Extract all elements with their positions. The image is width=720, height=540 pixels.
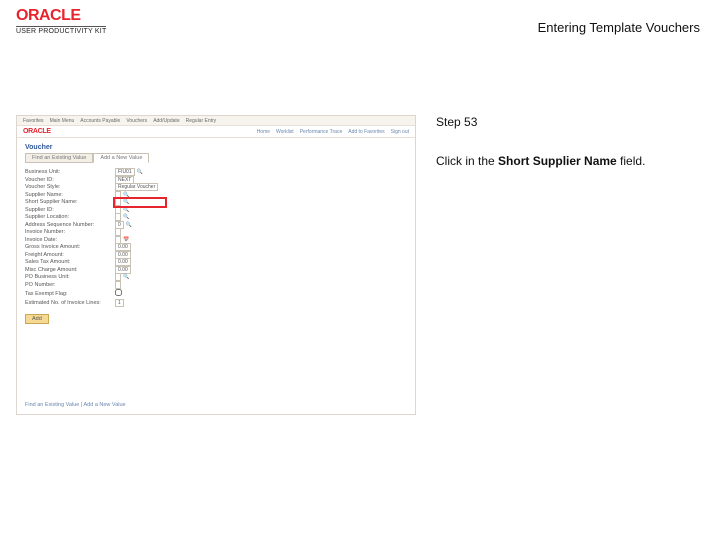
po-business-unit-label: PO Business Unit: bbox=[25, 274, 115, 280]
menu-link: Add to Favorites bbox=[348, 129, 384, 135]
invoice-date-label: Invoice Date: bbox=[25, 237, 115, 243]
tab-add-new[interactable]: Add a New Value bbox=[93, 153, 149, 163]
voucher-style-label: Voucher Style: bbox=[25, 184, 115, 190]
invoice-number-label: Invoice Number: bbox=[25, 229, 115, 235]
page-heading: Voucher bbox=[17, 138, 415, 153]
supplier-name-label: Supplier Name: bbox=[25, 192, 115, 198]
lookup-icon[interactable]: 🔍 bbox=[123, 214, 129, 220]
menu-link: Worklist bbox=[276, 129, 294, 135]
voucher-style-select[interactable]: Regular Voucher bbox=[115, 183, 158, 191]
lookup-icon[interactable]: 🔍 bbox=[126, 222, 132, 228]
breadcrumb-item: Add/Update bbox=[153, 118, 179, 124]
gross-amount-input[interactable]: 0.00 bbox=[115, 243, 131, 251]
short-supplier-name-input[interactable] bbox=[115, 198, 121, 206]
tab-find-existing[interactable]: Find an Existing Value bbox=[25, 153, 93, 163]
add-button[interactable]: Add bbox=[25, 314, 49, 324]
short-supplier-name-label: Short Supplier Name: bbox=[25, 199, 115, 205]
tax-exempt-label: Tax Exempt Flag: bbox=[25, 291, 115, 297]
app-menubar: ORACLE Home Worklist Performance Trace A… bbox=[17, 126, 415, 138]
app-screenshot: Favorites Main Menu Accounts Payable Vou… bbox=[16, 115, 416, 415]
tax-exempt-checkbox[interactable] bbox=[115, 289, 122, 296]
step-instruction: Click in the Short Supplier Name field. bbox=[436, 153, 704, 170]
supplier-id-label: Supplier ID: bbox=[25, 207, 115, 213]
breadcrumb-item: Favorites bbox=[23, 118, 44, 124]
lookup-icon[interactable]: 🔍 bbox=[123, 199, 129, 205]
footer-links[interactable]: Find an Existing Value | Add a New Value bbox=[25, 402, 126, 408]
calendar-icon[interactable]: 📅 bbox=[123, 237, 129, 243]
content-row: Favorites Main Menu Accounts Payable Vou… bbox=[16, 115, 704, 415]
breadcrumb-item: Vouchers bbox=[126, 118, 147, 124]
document-title: Entering Template Vouchers bbox=[538, 20, 700, 35]
invoice-number-input[interactable] bbox=[115, 228, 121, 236]
oracle-upk-logo: ORACLE USER PRODUCTIVITY KIT bbox=[16, 8, 106, 35]
misc-charge-label: Misc Charge Amount: bbox=[25, 267, 115, 273]
step-text-pre: Click in the bbox=[436, 154, 498, 168]
app-menu-links: Home Worklist Performance Trace Add to F… bbox=[257, 129, 409, 135]
est-lines-label: Estimated No. of Invoice Lines: bbox=[25, 300, 115, 306]
step-text-bold: Short Supplier Name bbox=[498, 154, 617, 168]
oracle-wordmark: ORACLE bbox=[16, 8, 106, 24]
gross-amount-label: Gross Invoice Amount: bbox=[25, 244, 115, 250]
po-number-input[interactable] bbox=[115, 281, 121, 289]
breadcrumb-item: Regular Entry bbox=[186, 118, 217, 124]
breadcrumb: Favorites Main Menu Accounts Payable Vou… bbox=[17, 116, 415, 126]
sales-tax-input[interactable]: 0.00 bbox=[115, 258, 131, 266]
po-number-label: PO Number: bbox=[25, 282, 115, 288]
sales-tax-label: Sales Tax Amount: bbox=[25, 259, 115, 265]
upk-subtext: USER PRODUCTIVITY KIT bbox=[16, 26, 106, 35]
instruction-panel: Step 53 Click in the Short Supplier Name… bbox=[416, 115, 704, 415]
address-seq-label: Address Sequence Number: bbox=[25, 222, 115, 228]
lookup-icon[interactable]: 🔍 bbox=[123, 192, 129, 198]
voucher-id-label: Voucher ID: bbox=[25, 177, 115, 183]
po-business-unit-input[interactable] bbox=[115, 273, 121, 281]
business-unit-input[interactable]: FIU01 bbox=[115, 168, 135, 176]
est-lines-input[interactable]: 1 bbox=[115, 299, 124, 307]
tab-strip: Find an Existing Value Add a New Value bbox=[25, 153, 407, 163]
app-logo: ORACLE bbox=[23, 128, 51, 135]
menu-link: Home bbox=[257, 129, 270, 135]
business-unit-label: Business Unit: bbox=[25, 169, 115, 175]
breadcrumb-item: Main Menu bbox=[50, 118, 75, 124]
supplier-location-input[interactable] bbox=[115, 213, 121, 221]
lookup-icon[interactable]: 🔍 bbox=[123, 274, 129, 280]
step-number: Step 53 bbox=[436, 115, 704, 129]
menu-link: Sign out bbox=[391, 129, 409, 135]
voucher-form: Business Unit: FIU01🔍 Voucher ID: NEXT V… bbox=[17, 167, 415, 308]
breadcrumb-item: Accounts Payable bbox=[80, 118, 120, 124]
lookup-icon[interactable]: 🔍 bbox=[123, 207, 129, 213]
lookup-icon[interactable]: 🔍 bbox=[137, 169, 143, 175]
step-text-post: field. bbox=[617, 154, 646, 168]
slide-header: ORACLE USER PRODUCTIVITY KIT Entering Te… bbox=[0, 0, 720, 50]
menu-link: Performance Trace bbox=[300, 129, 343, 135]
supplier-location-label: Supplier Location: bbox=[25, 214, 115, 220]
freight-amount-label: Freight Amount: bbox=[25, 252, 115, 258]
